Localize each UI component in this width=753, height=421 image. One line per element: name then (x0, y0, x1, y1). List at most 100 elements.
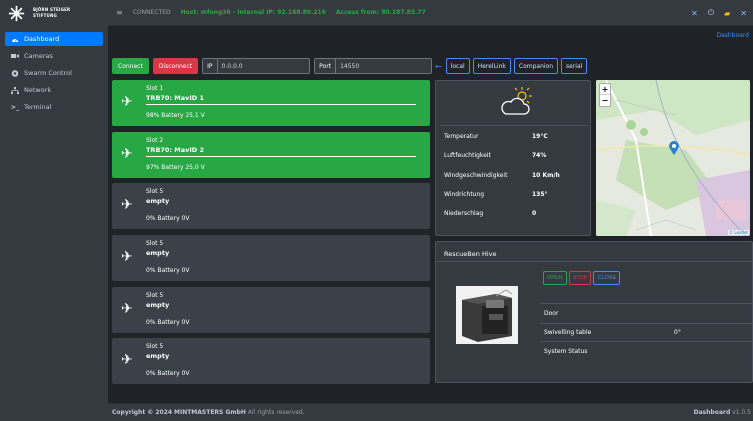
conn-type-serial[interactable]: serial (561, 58, 588, 74)
brand-logo-icon (8, 5, 25, 22)
slot-card[interactable]: ✈ Slot 5 empty 0% Battery 0V (112, 235, 430, 281)
close-icon[interactable]: ✕ (740, 9, 747, 18)
airplane-icon: ✈ (121, 301, 133, 317)
divider (436, 261, 753, 262)
topbar: ≡ CONNECTED Host: mfong36 - Internal IP:… (108, 0, 753, 26)
sidebar-item-network[interactable]: Network (5, 83, 103, 97)
ip-field[interactable]: IP 0.0.0.0 (202, 58, 311, 74)
breadcrumb[interactable]: Dashboard (716, 32, 749, 39)
connection-bar: Connect Disconnect IP 0.0.0.0 Port 14550 (112, 58, 433, 74)
divider (440, 125, 588, 126)
airplane-icon: ✈ (121, 249, 133, 265)
slot-title: Slot 5 (146, 188, 164, 195)
hive-stop-button[interactable]: STOP (568, 271, 592, 285)
hive-open-button[interactable]: OPEN (543, 271, 567, 285)
map-attribution[interactable]: © Leaflet (728, 230, 749, 235)
slot-progress-bar (146, 156, 416, 157)
dashboard-icon (11, 36, 19, 43)
hive-value: 0° (674, 329, 681, 336)
weather-value: 74% (532, 152, 547, 159)
hive-close-button[interactable]: CLOSE (593, 271, 621, 285)
network-icon (11, 86, 19, 94)
weather-label: Temperatur (444, 133, 479, 140)
brand-line2: STIFTUNG (33, 13, 58, 18)
hive-label: Swivelling table (544, 329, 592, 336)
conn-type-herelink[interactable]: HerelLink (472, 58, 511, 74)
company-link[interactable]: MINTMASTERS GmbH (174, 409, 246, 416)
sidebar: BJÖRN STEIGER STIFTUNG Dashboard Cameras… (0, 0, 108, 421)
conn-type-local[interactable]: local (445, 58, 470, 74)
airplane-icon: ✈ (121, 94, 133, 110)
footer: Copyright © 2024 MINTMASTERS GmbH All ri… (108, 403, 753, 421)
sidebar-item-label: Network (24, 86, 52, 94)
power-icon[interactable]: ⏻ (708, 8, 714, 18)
partly-cloudy-icon (501, 87, 532, 115)
weather-row-precipitation: Niederschlag 0 (444, 210, 584, 217)
app-name: Dashboard (693, 409, 731, 416)
slot-card[interactable]: ✈ Slot 1 TRB70: MavID 1 98% Battery 25,1… (112, 80, 430, 126)
brand[interactable]: BJÖRN STEIGER STIFTUNG (0, 0, 108, 26)
divider (540, 341, 753, 342)
terminal-icon: >_ (10, 103, 20, 111)
sidebar-item-label: Terminal (24, 103, 52, 111)
port-input[interactable]: 14550 (336, 59, 432, 73)
copyright-suffix: All rights reserved. (247, 409, 305, 416)
airplane-icon: ✈ (121, 146, 133, 162)
weather-label: Windgeschwindigkeit (444, 172, 508, 179)
hive-row-door: Door (544, 310, 749, 317)
slot-card[interactable]: ✈ Slot 2 TRB70: MavID 2 97% Battery 25,0… (112, 132, 430, 178)
sidebar-item-label: Dashboard (24, 35, 60, 43)
hive-label: Door (544, 310, 559, 317)
slot-card[interactable]: ✈ Slot 5 empty 0% Battery 0V (112, 287, 430, 333)
zoom-in-button[interactable]: + (600, 84, 610, 95)
battery-warning-icon[interactable]: ▰ (724, 9, 730, 18)
sidebar-item-cameras[interactable]: Cameras (5, 49, 103, 63)
sidebar-item-dashboard[interactable]: Dashboard (5, 32, 103, 46)
map-marker-icon[interactable] (669, 141, 679, 155)
slot-title: Slot 5 (146, 292, 164, 299)
connection-status: CONNECTED (132, 9, 171, 16)
slot-card[interactable]: ✈ Slot 5 empty 0% Battery 0V (112, 338, 430, 384)
connect-button[interactable]: Connect (112, 58, 149, 74)
slot-title: Slot 1 (146, 85, 164, 92)
weather-label: Niederschlag (444, 210, 484, 217)
arrow-left-icon[interactable]: ← (435, 62, 442, 71)
conn-type-companion[interactable]: Companion (513, 58, 559, 74)
tools-icon[interactable]: ✕ (691, 9, 698, 18)
weather-value: 0 (532, 210, 537, 217)
weather-value: 19°C (532, 133, 548, 140)
map-tiles[interactable] (596, 80, 750, 236)
zoom-out-button[interactable]: − (600, 95, 610, 106)
hive-row-swivelling-table: Swivelling table 0° (544, 329, 749, 336)
slot-title: Slot 5 (146, 343, 164, 350)
weather-row-humidity: Luftfeuchtigkeit 74% (444, 152, 584, 159)
airplane-icon: ✈ (121, 352, 133, 368)
slot-drone-name: empty (146, 352, 170, 360)
access-info: Access from: 80.187.85.77 (335, 9, 426, 16)
slot-drone-name: TRB70: MavID 1 (146, 94, 204, 102)
ip-input[interactable]: 0.0.0.0 (217, 59, 310, 73)
map[interactable]: + − © Leaflet (596, 80, 750, 236)
brand-name: BJÖRN STEIGER STIFTUNG (33, 7, 70, 19)
hamburger-menu-icon[interactable]: ≡ (116, 8, 123, 17)
slot-drone-name: empty (146, 197, 170, 205)
port-field[interactable]: Port 14550 (314, 58, 433, 74)
weather-value: 135° (532, 191, 548, 198)
sidebar-nav: Dashboard Cameras Swarm Control Network … (0, 32, 108, 114)
copyright-prefix: Copyright © 2024 (112, 409, 173, 416)
slot-card[interactable]: ✈ Slot 5 empty 0% Battery 0V (112, 183, 430, 229)
topbar-actions: ✕ ⏻ ▰ ✕ (691, 8, 747, 18)
slot-drone-name: empty (146, 249, 170, 257)
slot-battery: 0% Battery 0V (146, 370, 190, 377)
slot-drone-name: empty (146, 301, 170, 309)
slot-battery: 0% Battery 0V (146, 215, 190, 222)
sidebar-item-terminal[interactable]: >_ Terminal (5, 100, 103, 114)
sidebar-item-swarm-control[interactable]: Swarm Control (5, 66, 103, 80)
swarm-icon (11, 69, 19, 77)
camera-icon (11, 53, 19, 60)
slot-battery: 98% Battery 25,1 V (146, 112, 205, 119)
slot-progress-bar (146, 104, 416, 105)
weather-label: Windrichtung (444, 191, 485, 198)
sidebar-item-label: Swarm Control (24, 69, 72, 77)
disconnect-button[interactable]: Disconnect (152, 58, 199, 74)
